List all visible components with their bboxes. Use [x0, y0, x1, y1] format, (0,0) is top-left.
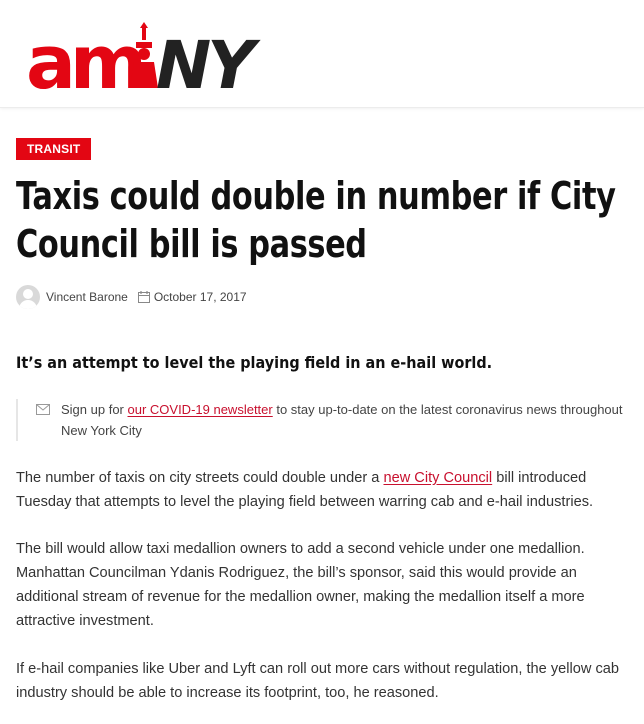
- category-badge[interactable]: TRANSIT: [16, 138, 92, 160]
- svg-text:am: am: [26, 22, 142, 98]
- site-logo[interactable]: am NY: [26, 20, 265, 106]
- calendar-icon: [137, 291, 150, 303]
- amny-logo: am NY: [26, 20, 265, 106]
- publish-date: October 17, 2017: [153, 290, 247, 304]
- svg-text:NY: NY: [156, 27, 261, 98]
- site-header: am NY: [0, 0, 644, 108]
- article-paragraph-2: The bill would allow taxi medallion owne…: [16, 541, 585, 629]
- envelope-icon: [36, 404, 50, 415]
- author-avatar[interactable]: [16, 285, 40, 309]
- newsletter-callout: Sign up for our COVID-19 newsletter to s…: [16, 399, 636, 441]
- author-name[interactable]: Vincent Barone: [46, 290, 128, 304]
- newsletter-text: Sign up for our COVID-19 newsletter to s…: [61, 402, 623, 438]
- article-paragraph-3: If e-hail companies like Uber and Lyft c…: [16, 661, 619, 701]
- article-title: Taxis could double in number if City Cou…: [16, 174, 616, 266]
- newsletter-link[interactable]: our COVID-19 newsletter: [128, 402, 273, 417]
- article-paragraph-1: The number of taxis on city streets coul…: [16, 470, 594, 510]
- article-meta: Vincent Barone October 17, 2017: [16, 285, 247, 309]
- city-council-link[interactable]: new City Council: [383, 470, 492, 486]
- article-subheadline: It’s an attempt to level the playing fie…: [16, 353, 493, 372]
